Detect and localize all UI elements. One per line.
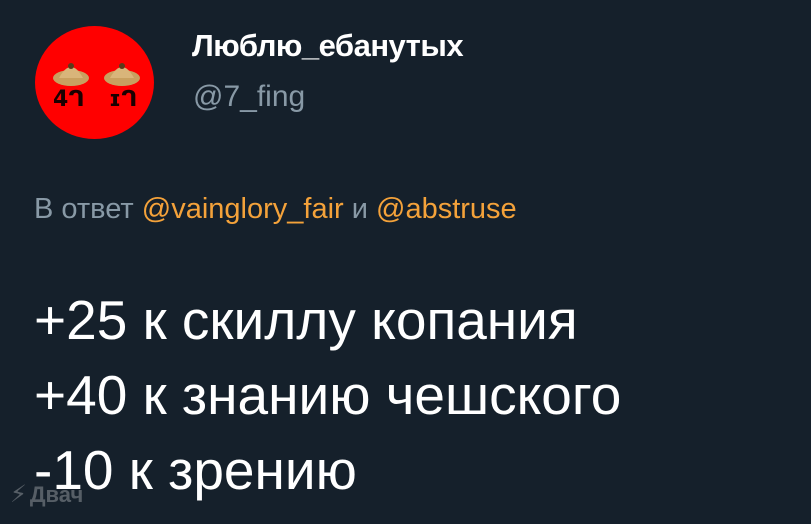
tweet-body: +25 к скиллу копания +40 к знанию чешско…	[34, 283, 621, 508]
tweet-line: +40 к знанию чешского	[34, 364, 622, 426]
avatar-glyph-left: 4ᒉ	[53, 87, 85, 112]
tweet-line: -10 к зрению	[34, 439, 357, 501]
mention-link-vainglory-fair[interactable]: @vainglory_fair	[142, 193, 344, 225]
author-display-name[interactable]: Люблю_ебанутых	[192, 28, 464, 64]
reply-context: В ответ @vainglory_fair и @abstruse	[34, 193, 517, 226]
lightning-icon: ⚡	[10, 481, 27, 508]
author-handle[interactable]: @7_fing	[193, 80, 305, 114]
reply-prefix: В ответ	[34, 193, 134, 225]
tweet-card: 4ᒉ ɪᒉ Люблю_ебанутых @7_fing В ответ @va…	[0, 0, 811, 524]
reply-conjunction: и	[351, 193, 368, 225]
mention-link-abstruse[interactable]: @abstruse	[376, 193, 517, 225]
avatar-glyph-right: ɪᒉ	[109, 87, 137, 112]
tweet-line: +25 к скиллу копания	[34, 289, 578, 351]
watermark-text: Двач	[29, 482, 84, 507]
watermark: ⚡ Двач	[10, 480, 83, 509]
avatar-image: 4ᒉ ɪᒉ	[53, 63, 140, 112]
avatar[interactable]: 4ᒉ ɪᒉ	[35, 26, 154, 139]
